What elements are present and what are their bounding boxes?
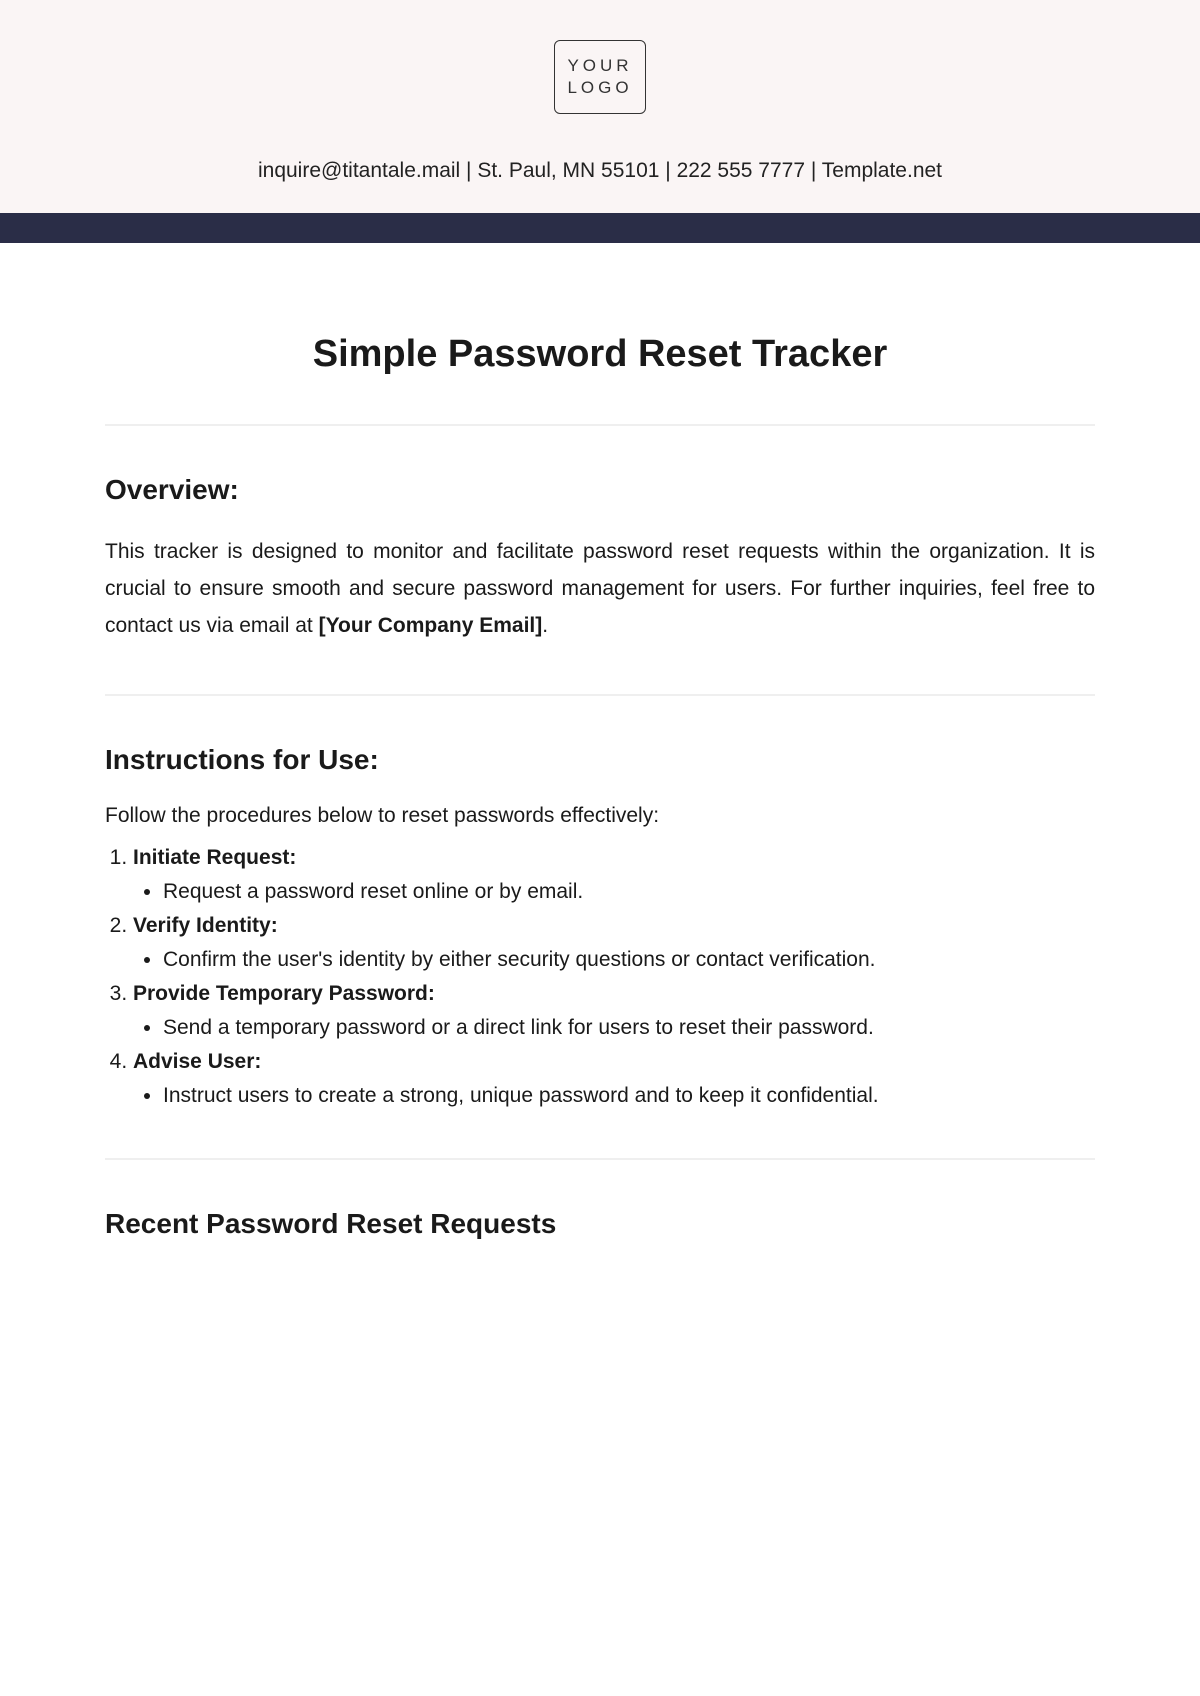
main-content: Simple Password Reset Tracker Overview: … — [0, 243, 1200, 1240]
instruction-step: Provide Temporary Password: Send a tempo… — [133, 982, 1095, 1040]
header-section: YOUR LOGO inquire@titantale.mail | St. P… — [0, 0, 1200, 213]
step-detail-list: Send a temporary password or a direct li… — [133, 1016, 1095, 1040]
instruction-step: Advise User: Instruct users to create a … — [133, 1050, 1095, 1108]
divider — [105, 424, 1095, 426]
logo-text-line2: LOGO — [567, 77, 632, 99]
divider — [105, 1158, 1095, 1160]
step-detail: Instruct users to create a strong, uniqu… — [163, 1084, 1095, 1108]
overview-text-before: This tracker is designed to monitor and … — [105, 540, 1095, 637]
instruction-step: Verify Identity: Confirm the user's iden… — [133, 914, 1095, 972]
contact-info: inquire@titantale.mail | St. Paul, MN 55… — [0, 159, 1200, 183]
step-detail: Request a password reset online or by em… — [163, 880, 1095, 904]
instructions-heading: Instructions for Use: — [105, 744, 1095, 776]
divider — [105, 694, 1095, 696]
instructions-intro: Follow the procedures below to reset pas… — [105, 804, 1095, 828]
step-title: Verify Identity: — [133, 914, 278, 937]
logo-placeholder: YOUR LOGO — [554, 40, 645, 114]
overview-bold-placeholder: [Your Company Email] — [319, 614, 543, 637]
page-title: Simple Password Reset Tracker — [105, 333, 1095, 376]
overview-text: This tracker is designed to monitor and … — [105, 534, 1095, 644]
logo-text-line1: YOUR — [567, 55, 632, 77]
step-detail-list: Request a password reset online or by em… — [133, 880, 1095, 904]
step-detail: Confirm the user's identity by either se… — [163, 948, 1095, 972]
instructions-list: Initiate Request: Request a password res… — [105, 846, 1095, 1108]
recent-requests-heading: Recent Password Reset Requests — [105, 1208, 1095, 1240]
step-detail-list: Instruct users to create a strong, uniqu… — [133, 1084, 1095, 1108]
step-detail-list: Confirm the user's identity by either se… — [133, 948, 1095, 972]
header-divider-bar — [0, 213, 1200, 243]
step-title: Advise User: — [133, 1050, 261, 1073]
overview-heading: Overview: — [105, 474, 1095, 506]
instruction-step: Initiate Request: Request a password res… — [133, 846, 1095, 904]
step-title: Initiate Request: — [133, 846, 296, 869]
overview-text-after: . — [542, 614, 548, 637]
step-title: Provide Temporary Password: — [133, 982, 435, 1005]
step-detail: Send a temporary password or a direct li… — [163, 1016, 1095, 1040]
